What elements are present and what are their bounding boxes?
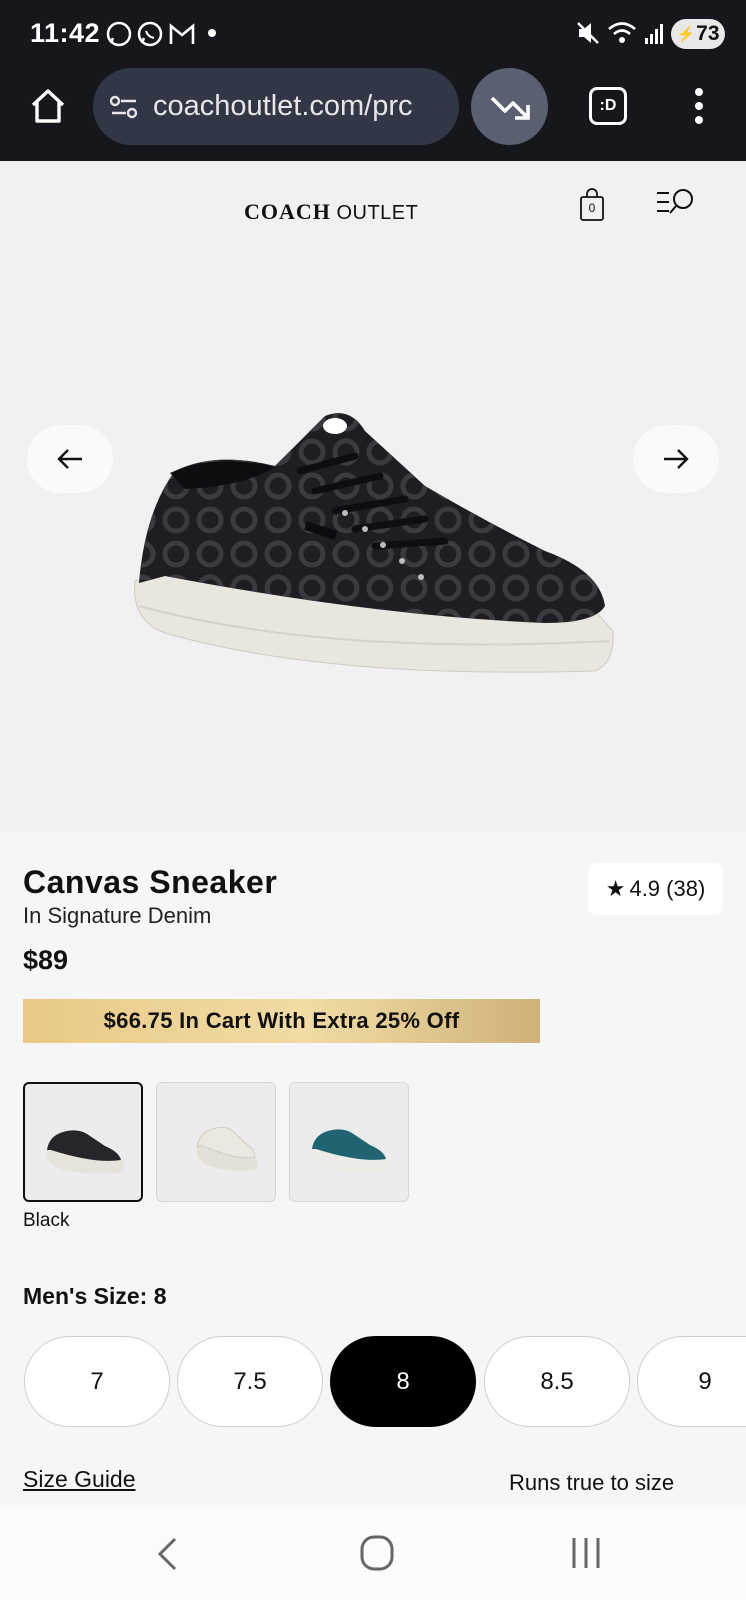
arrow-left-icon [57,449,82,469]
coach-outlet-logo[interactable]: COACH OUTLET [244,199,418,225]
gmail-icon [169,23,195,44]
tab-switcher-icon[interactable]: :D [589,87,627,125]
arrow-right-icon [664,449,689,469]
logo-brand: COACH [244,199,331,224]
signal-icon [645,24,663,44]
whatsapp-icon [137,21,163,47]
product-price: $89 [23,945,69,975]
recent-apps-icon[interactable] [570,1536,602,1570]
mute-icon [577,22,599,44]
size-option-8[interactable]: 8 [330,1336,476,1427]
whatsapp-business-icon [106,21,132,47]
product-image-carousel[interactable] [0,251,746,832]
site-settings-icon[interactable] [109,94,139,120]
size-label: Men's Size: 8 [23,1283,167,1309]
color-swatch-chalk[interactable] [156,1082,276,1202]
carousel-prev-button[interactable] [27,425,113,493]
logo-outlet: OUTLET [336,202,419,224]
size-option-8-5[interactable]: 8.5 [484,1336,630,1427]
cart-count: 0 [588,201,596,215]
color-swatch-black[interactable] [23,1082,143,1202]
fit-note: Runs true to size [509,1470,675,1495]
color-swatch-teal[interactable] [289,1082,409,1202]
rating-badge[interactable]: ★ 4.9 (38) [588,863,723,915]
size-option-9[interactable]: 9 [637,1336,746,1427]
more-options-icon[interactable] [693,86,705,126]
trending-down-icon [490,96,530,120]
carousel-next-button[interactable] [633,425,719,493]
url-text: coachoutlet.com/prc [153,90,413,122]
battery-indicator: ⚡ 73 [671,19,725,49]
wifi-icon [608,22,636,43]
product-title: Canvas Sneaker [23,864,278,900]
shopping-bag-button[interactable]: 0 [579,188,605,222]
swatch-image-teal [311,1129,389,1173]
home-nav-icon[interactable] [360,1535,394,1571]
notification-dot-icon [208,29,216,37]
size-option-7[interactable]: 7 [24,1336,170,1427]
product-subtitle: In Signature Denim [23,903,212,928]
rating-text: 4.9 (38) [629,876,706,901]
size-option-7-5[interactable]: 7.5 [177,1336,323,1427]
selected-color-name: Black [23,1210,70,1231]
menu-search-icon[interactable] [655,187,697,217]
home-icon[interactable] [28,86,68,126]
status-bar: 11:42 ⚡ 73 [0,0,746,66]
site-header: COACH OUTLET 0 [0,161,746,251]
battery-level: 73 [696,22,720,45]
swatch-image-chalk [196,1126,258,1171]
product-image-black-sneaker [134,413,614,673]
system-navigation-bar [0,1507,746,1600]
browser-toolbar: coachoutlet.com/prc :D [0,66,746,161]
promo-banner: $66.75 In Cart With Extra 25% Off [23,999,540,1043]
url-bar[interactable]: coachoutlet.com/prc [93,68,459,145]
swatch-image-black [46,1130,124,1174]
back-icon[interactable] [155,1536,179,1572]
price-tracking-button[interactable] [471,68,548,145]
clock: 11:42 [30,18,101,48]
star-icon: ★ [605,876,626,901]
size-guide-link[interactable]: Size Guide [23,1466,136,1493]
